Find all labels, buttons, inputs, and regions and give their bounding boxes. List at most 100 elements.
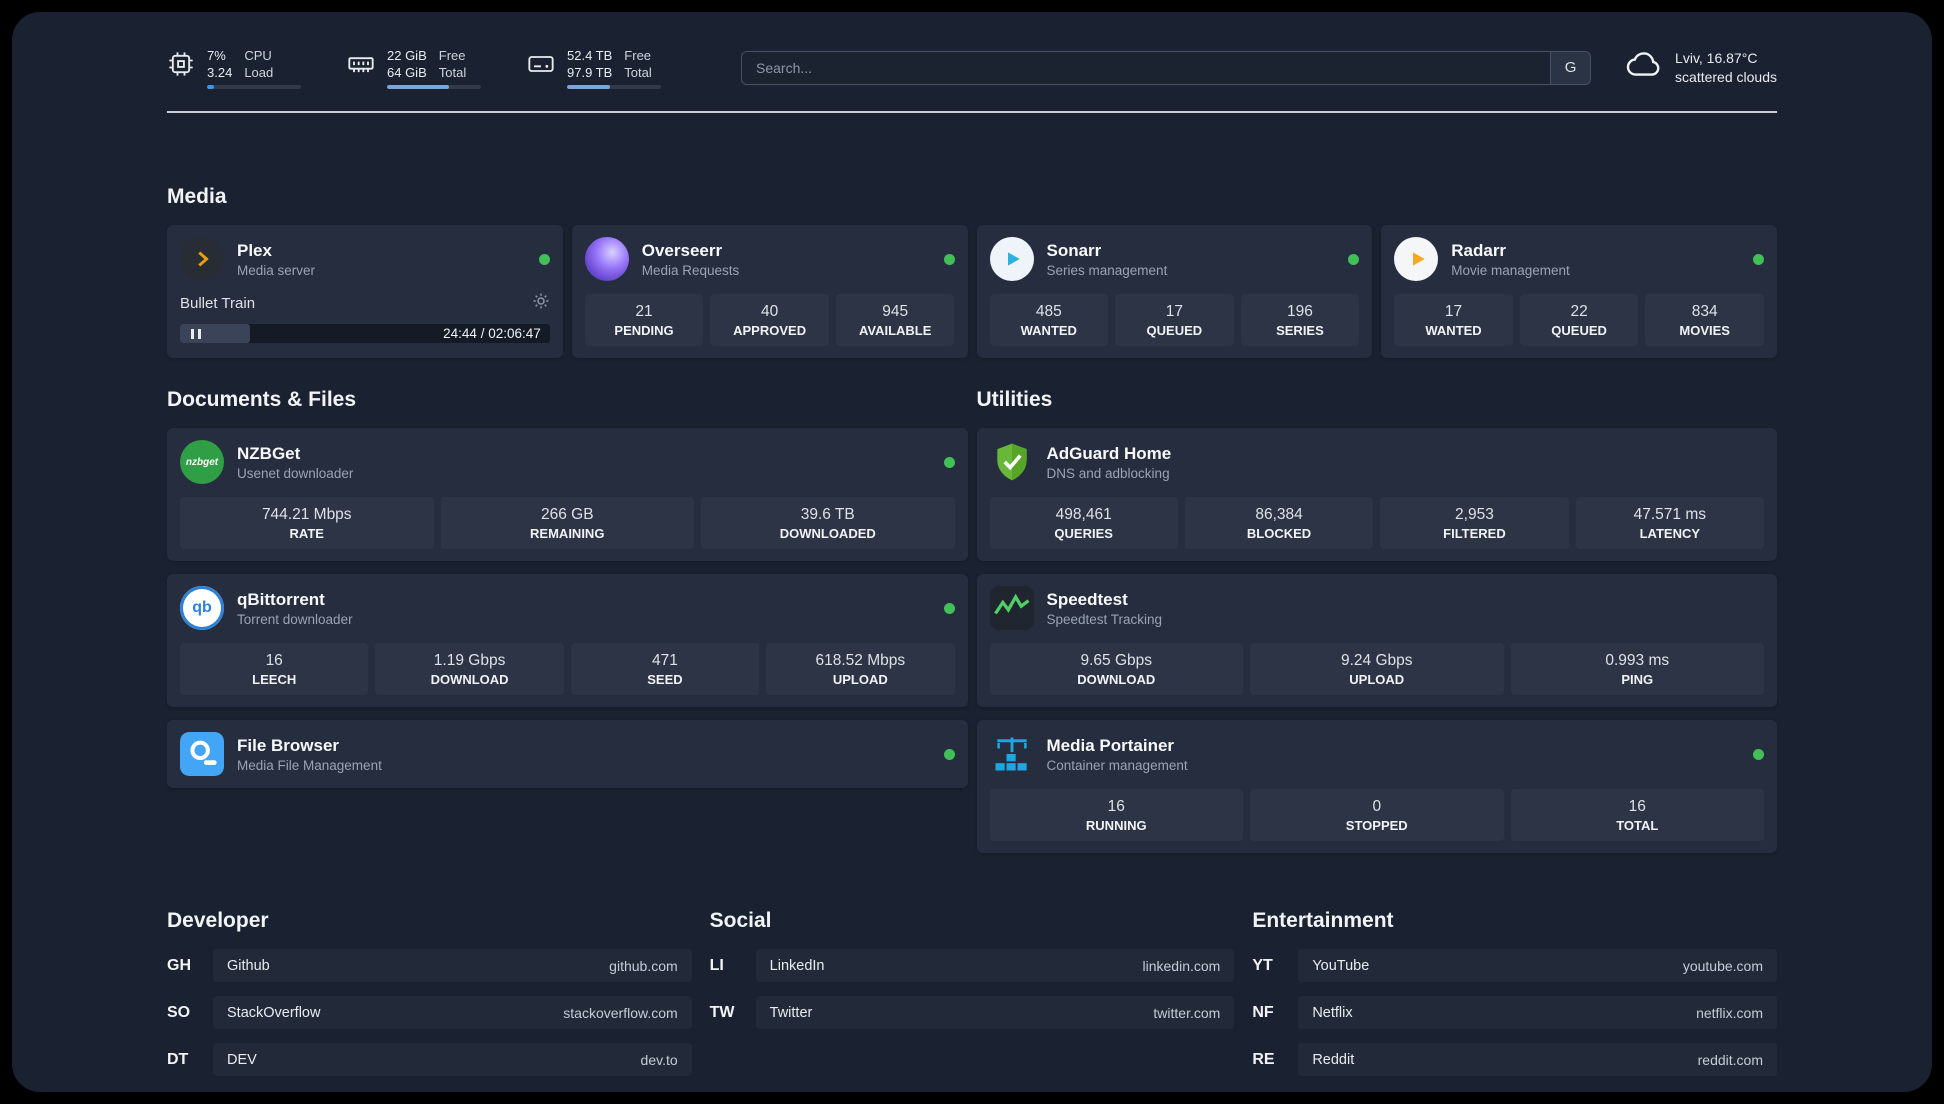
qbittorrent-icon: qb	[180, 586, 224, 630]
pause-icon[interactable]	[189, 328, 203, 339]
bookmark-link-dev[interactable]: DEV dev.to	[213, 1043, 692, 1076]
stat-label: SEED	[647, 672, 683, 687]
bookmark-url: netflix.com	[1696, 1004, 1763, 1021]
bookmark-name: LinkedIn	[769, 957, 825, 974]
app-card-portainer[interactable]: Media Portainer Container management 16 …	[976, 720, 1777, 853]
top-bar: 7% 3.24 CPU Load 22 GiB 64 GiB Free Tota…	[167, 46, 1777, 89]
app-subtitle: Media File Management	[237, 757, 382, 773]
ram-widget: 22 GiB 64 GiB Free Total	[347, 47, 481, 89]
stat-label: QUEUED	[1146, 323, 1203, 338]
app-card-filebrowser[interactable]: File Browser Media File Management	[167, 720, 968, 788]
stat-label: DOWNLOAD	[1077, 672, 1156, 687]
stat-tile: 266 GB REMAINING	[440, 497, 694, 549]
bookmark-row: YT YouTube youtube.com	[1252, 949, 1777, 982]
stat-value: 834	[1691, 303, 1718, 320]
stat-value: 196	[1287, 303, 1313, 320]
bookmark-link-twitter[interactable]: Twitter twitter.com	[755, 996, 1235, 1029]
stat-tile: 485 WANTED	[989, 294, 1109, 346]
stat-value: 498,461	[1055, 506, 1112, 523]
app-card-nzbget[interactable]: nzbget NZBGet Usenet downloader 744.21 M…	[167, 428, 968, 561]
bookmark-row: RE Reddit reddit.com	[1252, 1043, 1777, 1076]
stat-label: QUERIES	[1054, 526, 1113, 541]
bookmark-abbr: DT	[167, 1050, 189, 1068]
app-card-qbittorrent[interactable]: qb qBittorrent Torrent downloader 16 LEE…	[167, 574, 968, 707]
stat-value: 17	[1444, 303, 1463, 320]
stat-tile: 40 APPROVED	[710, 294, 829, 346]
ram-total-value: 64 GiB	[387, 64, 427, 80]
stat-value: 17	[1165, 303, 1183, 320]
sonarr-icon	[989, 237, 1034, 281]
bookmark-link-github[interactable]: Github github.com	[213, 949, 692, 982]
stat-tile: 196 SERIES	[1240, 294, 1360, 346]
stat-value: 2,953	[1455, 506, 1494, 523]
disk-widget: 52.4 TB 97.9 TB Free Total	[527, 47, 661, 89]
search-input[interactable]	[742, 51, 1551, 84]
adguard-shield-icon	[990, 440, 1034, 484]
bookmark-group-developer: Developer GH Github github.com SO StackO…	[167, 909, 692, 1090]
stat-value: 1.19 Gbps	[433, 652, 506, 669]
stat-value: 40	[760, 303, 779, 320]
cpu-widget: 7% 3.24 CPU Load	[167, 47, 301, 89]
stat-label: WANTED	[1425, 323, 1482, 338]
ram-total-label: Total	[438, 64, 467, 80]
search-bar: G	[741, 50, 1592, 85]
section-title-media: Media	[167, 185, 227, 208]
status-dot	[943, 456, 955, 468]
app-title: AdGuard Home	[1046, 443, 1172, 463]
bookmark-url: dev.to	[640, 1051, 678, 1068]
bookmark-row: SO StackOverflow stackoverflow.com	[167, 996, 692, 1029]
bookmark-name: Twitter	[769, 1004, 813, 1021]
ram-free-value: 22 GiB	[387, 47, 427, 63]
gear-icon[interactable]	[532, 292, 550, 315]
stat-tile: 1.19 Gbps DOWNLOAD	[375, 643, 564, 695]
bookmark-name: Reddit	[1312, 1051, 1355, 1068]
bookmark-row: TW Twitter twitter.com	[710, 996, 1235, 1029]
playback-time: 24:44 / 02:06:47	[443, 326, 541, 341]
bookmark-abbr: NF	[1252, 1003, 1274, 1021]
documents-column: Documents & Files nzbget NZBGet Usenet d…	[167, 388, 968, 853]
bookmark-link-stackoverflow[interactable]: StackOverflow stackoverflow.com	[213, 996, 692, 1029]
app-card-radarr[interactable]: Radarr Movie management 17 WANTED 22 QUE…	[1381, 225, 1777, 358]
app-title: Sonarr	[1046, 240, 1102, 260]
stat-tile: 2,953 FILTERED	[1380, 497, 1569, 549]
app-title: Media Portainer	[1046, 735, 1175, 755]
section-title-utilities: Utilities	[976, 388, 1053, 411]
bookmark-name: DEV	[227, 1051, 257, 1068]
stat-value: 266 GB	[540, 506, 594, 523]
bookmark-url: youtube.com	[1682, 957, 1763, 974]
bookmark-name: YouTube	[1312, 957, 1370, 974]
playback-progress-bar[interactable]: 24:44 / 02:06:47	[180, 324, 550, 343]
app-card-speedtest[interactable]: Speedtest Speedtest Tracking 9.65 Gbps D…	[976, 574, 1777, 707]
ram-progress-bar	[387, 84, 481, 89]
cpu-percent: 7%	[207, 47, 226, 63]
stat-value: 39.6 TB	[800, 506, 855, 523]
stat-value: 22	[1570, 303, 1588, 320]
app-title: NZBGet	[237, 443, 301, 463]
stat-value: 485	[1035, 303, 1062, 320]
stat-value: 9.24 Gbps	[1340, 652, 1413, 669]
bookmark-link-reddit[interactable]: Reddit reddit.com	[1298, 1043, 1777, 1076]
filebrowser-icon	[180, 732, 224, 776]
app-title: qBittorrent	[237, 589, 325, 609]
app-subtitle: Media server	[237, 262, 316, 278]
app-card-sonarr[interactable]: Sonarr Series management 485 WANTED 17 Q…	[976, 225, 1373, 358]
section-title-entertainment: Entertainment	[1252, 909, 1394, 932]
stat-value: 47.571 ms	[1633, 506, 1706, 523]
app-subtitle: Speedtest Tracking	[1046, 611, 1163, 627]
status-dot	[943, 748, 955, 760]
bookmark-link-youtube[interactable]: YouTube youtube.com	[1298, 949, 1777, 982]
stat-tile: 17 QUEUED	[1115, 294, 1234, 346]
bookmark-abbr: LI	[709, 956, 724, 974]
disk-total-value: 97.9 TB	[567, 64, 613, 80]
speedtest-graph-icon	[989, 586, 1034, 630]
stat-label: PING	[1621, 672, 1654, 687]
app-card-adguard[interactable]: AdGuard Home DNS and adblocking 498,461 …	[976, 428, 1777, 561]
disk-progress-bar	[567, 84, 661, 89]
bookmark-abbr: TW	[709, 1003, 735, 1021]
bookmark-link-linkedin[interactable]: LinkedIn linkedin.com	[755, 949, 1235, 982]
app-card-overseerr[interactable]: Overseerr Media Requests 21 PENDING 40 A…	[571, 225, 968, 358]
bookmark-link-netflix[interactable]: Netflix netflix.com	[1298, 996, 1777, 1029]
search-engine-button[interactable]: G	[1550, 51, 1591, 84]
cloud-icon	[1625, 46, 1663, 89]
app-card-plex[interactable]: Plex Media server Bullet Train 24:44 / 0…	[167, 225, 563, 358]
